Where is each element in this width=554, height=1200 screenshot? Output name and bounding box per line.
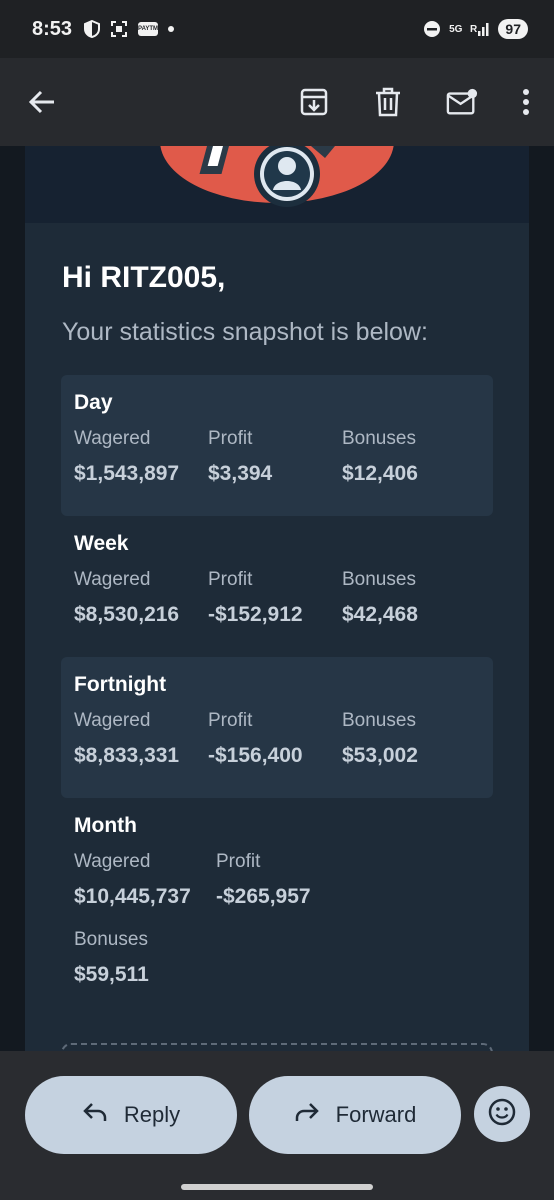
bonuses-label: Bonuses xyxy=(342,569,416,590)
profit-label: Profit xyxy=(208,569,253,590)
toolbar-actions xyxy=(298,86,532,118)
wagered-label: Wagered xyxy=(74,569,151,590)
period-title: Week xyxy=(74,532,129,555)
profit-label: Profit xyxy=(208,710,253,731)
wagered-value: $1,543,897 xyxy=(74,462,180,485)
email-header-banner xyxy=(25,146,529,223)
paytm-icon: PAYTM xyxy=(138,22,158,36)
status-system-icons: 5G R 97 xyxy=(423,19,528,39)
greeting-heading: Hi RITZ005, xyxy=(62,261,226,294)
do-not-disturb-icon xyxy=(423,20,441,38)
profit-value: $3,394 xyxy=(208,462,273,485)
shield-icon xyxy=(84,20,101,38)
profit-value: -$265,957 xyxy=(216,885,311,908)
more-vert-icon[interactable] xyxy=(520,86,532,118)
casino-illustration xyxy=(160,146,394,207)
period-month: Month Wagered Profit $10,445,737 -$265,9… xyxy=(61,798,493,1028)
dashed-section-box xyxy=(61,1043,493,1051)
period-fortnight: Fortnight Wagered Profit Bonuses $8,833,… xyxy=(61,657,493,798)
bonuses-value: $59,511 xyxy=(74,963,149,986)
forward-icon xyxy=(294,1101,320,1129)
arrow-back-icon[interactable] xyxy=(26,86,58,118)
email-toolbar xyxy=(0,58,554,146)
reply-action-bar: Reply Forward xyxy=(0,1051,554,1200)
snapshot-intro: Your statistics snapshot is below: xyxy=(62,318,428,346)
gesture-handle xyxy=(181,1184,373,1190)
wagered-label: Wagered xyxy=(74,710,151,731)
period-week: Week Wagered Profit Bonuses $8,530,216 -… xyxy=(61,516,493,657)
period-title: Fortnight xyxy=(74,673,167,696)
bonuses-label: Bonuses xyxy=(74,929,148,950)
forward-label: Forward xyxy=(335,1102,417,1127)
profit-value: -$156,400 xyxy=(208,744,303,767)
delete-icon[interactable] xyxy=(372,86,404,118)
period-title: Month xyxy=(74,814,137,837)
reply-label: Reply xyxy=(123,1102,181,1127)
mark-unread-icon[interactable] xyxy=(446,86,478,118)
profit-label: Profit xyxy=(208,428,253,449)
bonuses-value: $12,406 xyxy=(342,462,418,485)
status-bar: 8:53 PAYTM 5G R 97 xyxy=(0,0,554,58)
bonuses-value: $42,468 xyxy=(342,603,418,626)
wagered-value: $10,445,737 xyxy=(74,885,191,908)
status-time: 8:53 xyxy=(32,17,73,40)
signal-icon: R xyxy=(470,21,490,37)
period-title: Day xyxy=(74,391,113,414)
email-body: Hi RITZ005, Your statistics snapshot is … xyxy=(0,146,554,1051)
battery-indicator: 97 xyxy=(498,19,528,39)
wagered-label: Wagered xyxy=(74,428,151,449)
bonuses-label: Bonuses xyxy=(342,428,416,449)
wagered-value: $8,530,216 xyxy=(74,603,180,626)
emoji-reaction-button[interactable] xyxy=(474,1086,530,1142)
forward-button[interactable]: Forward xyxy=(249,1076,461,1154)
wagered-value: $8,833,331 xyxy=(74,744,180,767)
emoji-icon xyxy=(488,1098,516,1131)
archive-icon[interactable] xyxy=(298,86,330,118)
profit-value: -$152,912 xyxy=(208,603,303,626)
status-notification-icons: PAYTM xyxy=(84,20,175,38)
period-day: Day Wagered Profit Bonuses $1,543,897 $3… xyxy=(61,375,493,516)
network-5g-icon: 5G xyxy=(449,23,463,35)
wagered-label: Wagered xyxy=(74,851,151,872)
bonuses-label: Bonuses xyxy=(342,710,416,731)
screenshot-icon xyxy=(110,20,128,38)
bonuses-value: $53,002 xyxy=(342,744,418,767)
reply-icon xyxy=(82,1101,108,1129)
email-card: Hi RITZ005, Your statistics snapshot is … xyxy=(25,223,529,1051)
svg-text:R: R xyxy=(470,24,478,35)
reply-button[interactable]: Reply xyxy=(25,1076,237,1154)
profit-label: Profit xyxy=(216,851,261,872)
notification-dot-icon xyxy=(168,26,175,32)
